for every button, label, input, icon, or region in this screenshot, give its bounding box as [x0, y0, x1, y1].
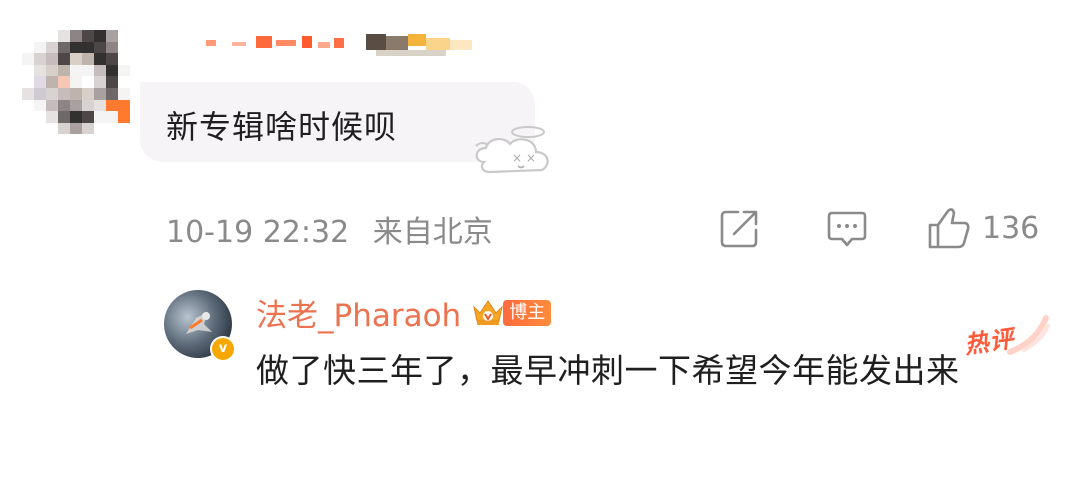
thumbs-up-icon	[928, 208, 970, 249]
commenter-avatar[interactable]	[22, 30, 130, 135]
comment-button[interactable]	[826, 205, 868, 251]
comment-icon	[827, 211, 867, 247]
replier-header: 法老_Pharaoh 博主	[256, 290, 552, 335]
svg-text:×: ×	[526, 151, 536, 165]
dizzy-cloud-sticker-icon: × ×	[475, 126, 549, 174]
avatar-figure-icon	[186, 312, 212, 334]
verified-badge-icon: v	[210, 336, 236, 362]
reply-text: 做了快三年了，最早冲刺一下希望今年能发出来	[256, 351, 960, 390]
like-button[interactable]: 136	[926, 205, 1039, 251]
comment-time: 10-19 22:32	[166, 215, 350, 250]
comment-meta: 10-19 22:32 来自北京	[166, 207, 493, 251]
share-button[interactable]	[718, 205, 762, 251]
comment-text: 新专辑啥时候呗	[166, 108, 398, 146]
comment-location: 来自北京	[372, 215, 493, 250]
svg-text:×: ×	[512, 151, 522, 165]
commenter-username-blurred[interactable]	[206, 34, 496, 64]
vip-crown-icon	[473, 299, 504, 325]
host-badge: 博主	[503, 299, 552, 326]
share-icon	[720, 210, 758, 248]
like-count: 136	[982, 210, 1040, 246]
replier-username[interactable]: 法老_Pharaoh	[256, 290, 461, 335]
